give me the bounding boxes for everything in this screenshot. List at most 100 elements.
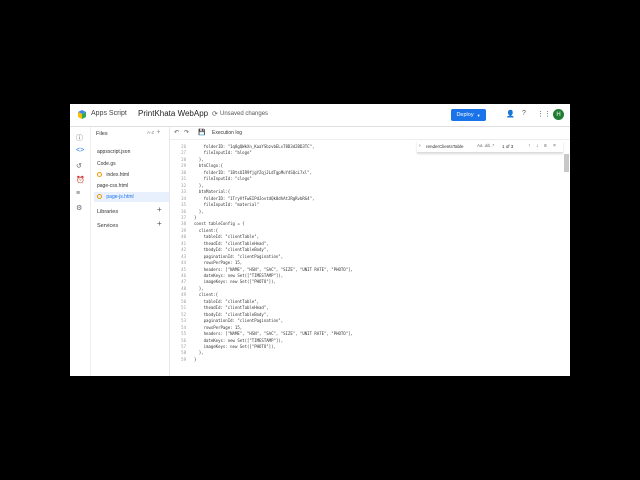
redo-icon[interactable]: ↷ (184, 129, 189, 136)
file-label: page-js.html (106, 194, 134, 200)
code-line[interactable]: fileInputId: "material" (194, 202, 259, 207)
line-number: 55 (181, 331, 186, 337)
deploy-button[interactable]: Deploy ▼ (451, 109, 486, 121)
code-line[interactable]: theadId: "clientTableHead", (194, 241, 269, 246)
code-line[interactable]: imageKeys: new Set(["PHOTO"]), (194, 279, 276, 284)
code-line[interactable]: client:{ (194, 292, 218, 297)
code-line[interactable]: rowsPerPage: 15, (194, 325, 243, 330)
unsaved-status: Unsaved changes (220, 111, 269, 117)
line-number: 40 (181, 234, 186, 240)
code-line[interactable]: }, (194, 183, 204, 188)
apps-grid-icon[interactable]: ⋮⋮ (537, 110, 551, 118)
file-item[interactable]: index.html (94, 170, 169, 180)
line-number: 53 (181, 318, 186, 324)
code-line[interactable]: folderID: "1TryVfFwEIPdJovtdQk8dhAtJRgRv… (194, 196, 315, 201)
arrow-up-icon[interactable]: ↑ (528, 143, 531, 149)
add-file-icon[interactable]: + (156, 129, 160, 136)
add-service-icon[interactable]: + (157, 219, 162, 228)
sync-icon: ⟳ (212, 111, 218, 118)
history-icon[interactable]: ↺ (76, 162, 82, 170)
file-item[interactable]: appsscript.json (94, 147, 169, 157)
line-number: 37 (181, 214, 186, 220)
avatar[interactable]: H (553, 109, 564, 120)
find-options[interactable]: Aa .ab .* (477, 143, 494, 148)
files-panel: Files A-Z + appsscript.json Code.gs inde… (91, 127, 170, 376)
help-icon[interactable]: ? (522, 110, 526, 117)
code-line[interactable]: imageKeys: new Set(["PHOTO"]), (194, 344, 276, 349)
save-icon[interactable]: 💾 (198, 129, 205, 136)
undo-icon[interactable]: ↶ (174, 129, 179, 136)
code-line[interactable]: theadId: "clientTableHead", (194, 305, 269, 310)
code-line[interactable]: headers: ["NAME", "HSN", "SAC", "SIZE", … (194, 267, 353, 272)
sort-az-icon[interactable]: A-Z (147, 130, 154, 135)
code-line[interactable]: }, (194, 209, 204, 214)
editor-scrollbar[interactable] (564, 154, 569, 172)
code-line[interactable]: paginationId: "clientPagination", (194, 318, 283, 323)
line-number: 43 (181, 253, 186, 259)
line-number: 32 (181, 182, 186, 188)
libraries-label[interactable]: Libraries (97, 209, 118, 215)
file-item-selected[interactable]: page-js.html (94, 192, 169, 202)
line-number: 47 (181, 279, 186, 285)
code-line[interactable]: }, (194, 286, 204, 291)
line-number: 49 (181, 292, 186, 298)
code-line[interactable]: } (194, 215, 196, 220)
code-line[interactable]: folderID: "1q8gQWkXn_KaaYSbzvbELvT8D3d2B… (194, 144, 315, 149)
editor-icon[interactable]: <> (76, 147, 84, 154)
line-number: 42 (181, 247, 186, 253)
line-number: 33 (181, 189, 186, 195)
execution-log-button[interactable]: Execution log (212, 130, 242, 136)
line-number: 28 (181, 156, 186, 162)
selection-icon[interactable]: ≡ (544, 143, 547, 149)
file-label: index.html (106, 172, 130, 178)
executions-icon[interactable]: ≡ (76, 190, 80, 197)
code-line[interactable]: tbodyId: "clientTableBody", (194, 247, 269, 252)
line-number: 59 (181, 356, 186, 362)
file-label: page-css.html (97, 183, 129, 189)
line-number: 50 (181, 298, 186, 304)
code-line[interactable]: dateKeys: new Set(["TIMESTAMP"]), (194, 273, 283, 278)
line-number: 57 (181, 343, 186, 349)
file-item[interactable]: page-css.html (94, 181, 169, 191)
settings-gear-icon[interactable]: ⚙ (76, 204, 82, 212)
code-line[interactable]: }, (194, 157, 204, 162)
code-editor[interactable]: 26 folderID: "1q8gQWkXn_KaaYSbzvbELvT8D3… (170, 140, 570, 376)
unsaved-dot-icon (97, 194, 102, 200)
file-label: Code.gs (97, 161, 116, 167)
code-line[interactable]: rowsPerPage: 15, (194, 260, 243, 265)
code-line[interactable]: folderID: "1BtsUIR9fjgYZqjJLdTgpMuY4SQcL… (194, 170, 312, 175)
code-line[interactable]: paginationId: "clientPagination", (194, 254, 283, 259)
file-label: appsscript.json (97, 149, 131, 155)
chevron-right-icon[interactable]: › (419, 143, 421, 149)
code-line[interactable]: fileInputId: "clogo" (194, 176, 252, 181)
code-line[interactable]: tbodyId: "clientTableBody", (194, 312, 269, 317)
editor-toolbar: ↶ ↷ 💾 Execution log (170, 127, 570, 140)
code-line[interactable]: const tableConfig = { (194, 221, 245, 226)
file-item[interactable]: Code.gs (94, 159, 169, 169)
code-line[interactable]: btnMaterial:{ (194, 189, 230, 194)
apps-script-window: Apps Script PrintKhata WebApp ⟳ Unsaved … (70, 104, 570, 376)
triggers-icon[interactable]: ⏰ (76, 176, 85, 184)
code-line[interactable]: tableId: "clientTable", (194, 299, 259, 304)
project-title[interactable]: PrintKhata WebApp (138, 109, 208, 118)
code-line[interactable]: btnClogo:{ (194, 163, 223, 168)
line-number: 30 (181, 169, 186, 175)
close-icon[interactable]: × (553, 143, 556, 149)
files-header-actions: A-Z + (147, 129, 160, 136)
brand-name: Apps Script (91, 110, 127, 117)
code-line[interactable]: } (194, 357, 196, 362)
code-line[interactable]: }, (194, 350, 204, 355)
code-line[interactable]: headers: ["NAME", "HSN", "SAC", "SIZE", … (194, 331, 353, 336)
services-label[interactable]: Services (97, 223, 118, 229)
overview-icon[interactable]: ⓘ (76, 133, 83, 143)
code-line[interactable]: client:{ (194, 228, 218, 233)
add-person-icon[interactable]: 👤 (506, 110, 515, 118)
left-nav-rail: ⓘ <> ↺ ⏰ ≡ ⚙ (70, 127, 91, 376)
arrow-down-icon[interactable]: ↓ (536, 143, 539, 149)
code-line[interactable]: fileInputId: "blogo" (194, 150, 252, 155)
add-library-icon[interactable]: + (157, 205, 162, 214)
code-line[interactable]: tableId: "clientTable", (194, 234, 259, 239)
code-line[interactable]: dateKeys: new Set(["TIMESTAMP"]), (194, 338, 283, 343)
line-number: 35 (181, 202, 186, 208)
find-input[interactable]: renderClientsTable (426, 144, 464, 149)
